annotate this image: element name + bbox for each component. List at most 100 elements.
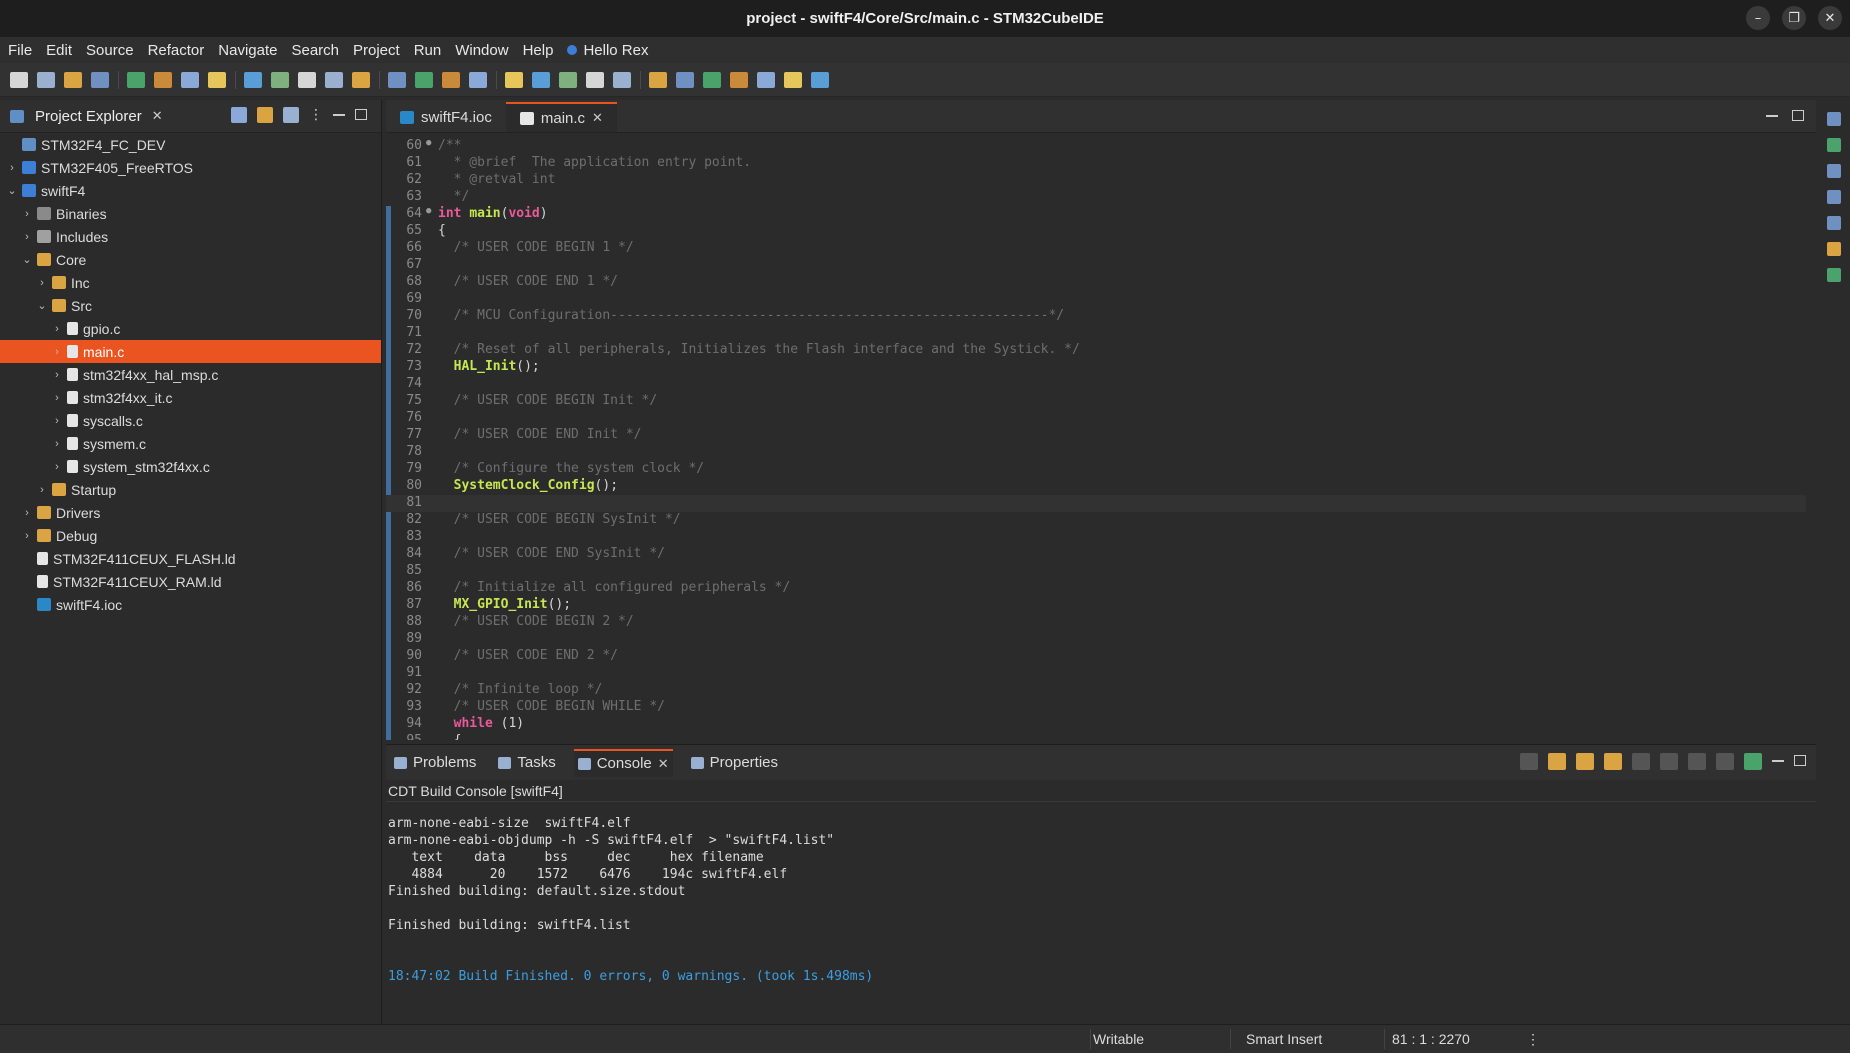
tab-console[interactable]: Console ✕ (573, 748, 673, 777)
tree-item[interactable]: › STM32F405_FreeRTOS (0, 156, 381, 179)
chevron-right-icon[interactable]: › (6, 162, 18, 174)
status-menu-icon[interactable]: ⋮ (1526, 1031, 1540, 1048)
tree-item[interactable]: STM32F411CEUX_RAM.ld (0, 570, 381, 593)
minimize-icon[interactable] (1772, 760, 1784, 762)
filter-icon[interactable] (283, 107, 299, 123)
view-menu-icon[interactable]: ⋮ (309, 107, 323, 123)
tab-properties[interactable]: Properties (687, 749, 782, 777)
new-folder-icon[interactable] (298, 71, 316, 88)
fold-icon[interactable]: ● (426, 138, 436, 155)
chevron-right-icon[interactable]: › (51, 369, 63, 381)
tree-item[interactable]: ⌄ Src (0, 294, 381, 317)
menu-navigate[interactable]: Navigate (218, 42, 277, 59)
chevron-down-icon[interactable]: ⌄ (21, 253, 33, 266)
close-icon[interactable]: ✕ (1818, 6, 1842, 30)
tree-item[interactable]: › main.c (0, 340, 381, 363)
chevron-right-icon[interactable]: › (21, 507, 33, 519)
build-icon[interactable] (91, 71, 109, 88)
chevron-right-icon[interactable]: › (21, 231, 33, 243)
forward-icon[interactable] (757, 71, 775, 88)
sfr-icon[interactable] (1827, 216, 1841, 230)
close-icon[interactable]: ✕ (592, 110, 603, 126)
search-ref-icon[interactable] (208, 71, 226, 88)
hammer-icon[interactable] (127, 71, 145, 88)
tab-problems[interactable]: Problems (390, 749, 480, 777)
breakpoints-icon[interactable] (1827, 242, 1841, 256)
toggle-whitespace-icon[interactable] (613, 71, 631, 88)
menu-edit[interactable]: Edit (46, 42, 72, 59)
undo-icon[interactable] (154, 71, 172, 88)
open-perspective-icon[interactable] (784, 71, 802, 88)
menu-file[interactable]: File (8, 42, 32, 59)
tree-item[interactable]: › Includes (0, 225, 381, 248)
tree-item[interactable]: › Inc (0, 271, 381, 294)
tree-item[interactable]: › system_stm32f4xx.c (0, 455, 381, 478)
menu-source[interactable]: Source (86, 42, 134, 59)
tree-item[interactable]: › Drivers (0, 501, 381, 524)
chevron-right-icon[interactable]: › (21, 530, 33, 542)
tree-item[interactable]: › stm32f4xx_it.c (0, 386, 381, 409)
new-source-icon[interactable] (325, 71, 343, 88)
scroll-lock-down-icon[interactable] (1548, 753, 1566, 770)
maximize-icon[interactable] (1794, 755, 1806, 766)
tab-tasks[interactable]: Tasks (494, 749, 559, 777)
tree-item[interactable]: ⌄ swiftF4 (0, 179, 381, 202)
static-stack-icon[interactable] (1827, 164, 1841, 178)
terminate-icon[interactable] (1520, 753, 1538, 770)
tree-item[interactable]: ⌄ Core (0, 248, 381, 271)
chevron-right-icon[interactable]: › (51, 346, 63, 358)
save-icon[interactable] (37, 71, 55, 88)
debug-icon[interactable] (1827, 268, 1841, 282)
save-all-icon[interactable] (64, 71, 82, 88)
run-icon[interactable] (442, 71, 460, 88)
close-icon[interactable]: ✕ (658, 756, 669, 772)
scroll-lock-up-icon[interactable] (1576, 753, 1594, 770)
minimize-icon[interactable] (1766, 115, 1778, 117)
tree-item[interactable]: STM32F411CEUX_FLASH.ld (0, 547, 381, 570)
code-editor[interactable]: 60 ●/** 61 * @brief The application entry … (386, 136, 1816, 740)
build-targets-icon[interactable] (1827, 138, 1841, 152)
open-console-icon[interactable] (1744, 753, 1762, 770)
info-icon[interactable] (811, 71, 829, 88)
tree-item[interactable]: › Binaries (0, 202, 381, 225)
chevron-right-icon[interactable]: › (51, 415, 63, 427)
chevron-right-icon[interactable]: › (36, 277, 48, 289)
tree-item[interactable]: swiftF4.ioc (0, 593, 381, 616)
menu-window[interactable]: Window (455, 42, 508, 59)
new-icon[interactable] (10, 71, 28, 88)
link-with-editor-icon[interactable] (257, 107, 273, 123)
restore-icon[interactable]: ❐ (1782, 6, 1806, 30)
fold-icon[interactable]: ● (426, 206, 436, 223)
tree-item[interactable]: › stm32f4xx_hal_msp.c (0, 363, 381, 386)
close-icon[interactable]: ✕ (152, 108, 163, 124)
next-annotation-icon[interactable] (649, 71, 667, 88)
refresh-icon[interactable] (388, 71, 406, 88)
tab-project-explorer[interactable]: Project Explorer ✕ (6, 108, 163, 125)
chevron-right-icon[interactable]: › (51, 392, 63, 404)
maximize-icon[interactable] (355, 109, 367, 120)
maximize-icon[interactable] (1792, 110, 1804, 121)
chevron-down-icon[interactable]: ⌄ (6, 184, 18, 197)
chevron-right-icon[interactable]: › (21, 208, 33, 220)
console-output[interactable]: arm-none-eabi-size swiftF4.elf arm-none-e… (386, 802, 1816, 986)
last-edit-icon[interactable] (703, 71, 721, 88)
chevron-right-icon[interactable]: › (51, 438, 63, 450)
menu-project[interactable]: Project (353, 42, 400, 59)
edit-icon[interactable] (532, 71, 550, 88)
tree-item[interactable]: › gpio.c (0, 317, 381, 340)
copy-build-log-icon[interactable] (1632, 753, 1650, 770)
chevron-right-icon[interactable]: › (36, 484, 48, 496)
prev-annotation-icon[interactable] (676, 71, 694, 88)
pin-console-icon[interactable] (1688, 753, 1706, 770)
bug-icon[interactable] (244, 71, 262, 88)
tab-main-c[interactable]: main.c ✕ (505, 102, 617, 132)
tab-swiftf4-ioc[interactable]: swiftF4.ioc (386, 102, 506, 132)
back-icon[interactable] (730, 71, 748, 88)
user-greeting[interactable]: Hello Rex (567, 42, 648, 59)
new-header-icon[interactable] (352, 71, 370, 88)
display-console-icon[interactable] (1716, 753, 1734, 770)
new-class-icon[interactable] (271, 71, 289, 88)
tree-item[interactable]: › Startup (0, 478, 381, 501)
redo-icon[interactable] (181, 71, 199, 88)
tree-item[interactable]: › syscalls.c (0, 409, 381, 432)
